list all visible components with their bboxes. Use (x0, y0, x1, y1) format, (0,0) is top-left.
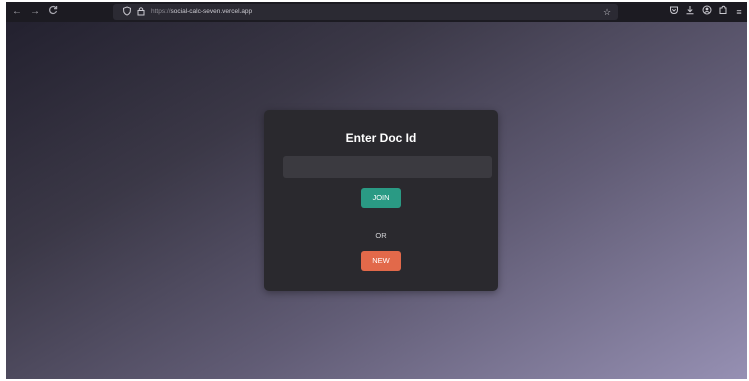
download-icon[interactable] (683, 5, 697, 19)
shield-icon[interactable] (121, 6, 133, 18)
or-separator: OR (375, 231, 387, 240)
doc-id-input[interactable] (283, 156, 492, 178)
menu-icon[interactable]: ≡ (732, 5, 746, 19)
join-button[interactable]: JOIN (361, 188, 401, 208)
browser-window: ← → https://social-calc-seven.vercel.app… (6, 2, 747, 379)
doc-id-card: Enter Doc Id JOIN OR NEW (264, 110, 498, 291)
extensions-icon[interactable] (716, 5, 730, 19)
url-scheme: https:// (151, 8, 171, 15)
address-bar[interactable]: https://social-calc-seven.vercel.app ☆ (113, 4, 618, 20)
reload-icon[interactable] (46, 5, 60, 19)
browser-toolbar: ← → https://social-calc-seven.vercel.app… (6, 2, 747, 22)
page-viewport: Enter Doc Id JOIN OR NEW (6, 22, 747, 379)
forward-arrow-icon[interactable]: → (28, 5, 42, 19)
account-icon[interactable] (700, 5, 714, 19)
url-host: social-calc-seven.vercel.app (170, 8, 253, 15)
pocket-icon[interactable] (667, 5, 681, 19)
new-button[interactable]: NEW (361, 251, 401, 271)
lock-icon[interactable] (135, 6, 147, 18)
back-arrow-icon[interactable]: ← (10, 5, 24, 19)
star-icon[interactable]: ☆ (601, 6, 613, 18)
card-title: Enter Doc Id (345, 131, 417, 145)
url-text[interactable]: https://social-calc-seven.vercel.app (151, 7, 252, 17)
